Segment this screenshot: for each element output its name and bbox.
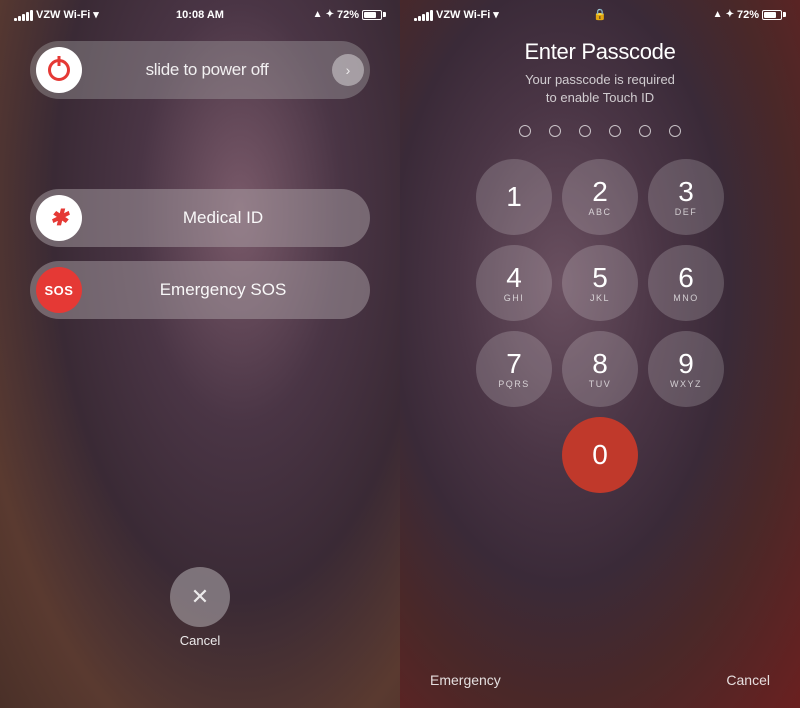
battery-icon-left xyxy=(362,10,386,20)
cancel-section: ✕ Cancel xyxy=(170,567,230,648)
key-7-main: 7 xyxy=(506,350,522,378)
key-9-sub: WXYZ xyxy=(670,379,702,389)
status-bar-right: VZW Wi-Fi ▾ 🔒 ▲ ✦ 72% xyxy=(400,0,800,25)
passcode-subtitle: Your passcode is required to enable Touc… xyxy=(525,71,675,107)
slide-power-off-button[interactable]: slide to power off › xyxy=(30,41,370,99)
battery-percent-left: 72% xyxy=(337,9,359,21)
medical-id-icon-circle: ✱ xyxy=(36,195,82,241)
action-buttons: ✱ Medical ID SOS Emergency SOS xyxy=(30,189,370,319)
battery-icon-right xyxy=(762,10,786,20)
cancel-label-left: Cancel xyxy=(180,633,220,648)
wifi-icon-right: ▾ xyxy=(493,8,499,21)
key-3-sub: DEF xyxy=(675,207,698,217)
right-panel: VZW Wi-Fi ▾ 🔒 ▲ ✦ 72% Enter Passcode You… xyxy=(400,0,800,708)
bluetooth-icon-right: ✦ xyxy=(726,9,734,20)
cancel-button-left[interactable]: ✕ xyxy=(170,567,230,627)
key-7[interactable]: 7 PQRS xyxy=(476,331,552,407)
key-5[interactable]: 5 JKL xyxy=(562,245,638,321)
sos-icon: SOS xyxy=(45,283,74,298)
dot-1 xyxy=(519,125,531,137)
key-8-sub: TUV xyxy=(589,379,612,389)
key-4-main: 4 xyxy=(506,264,522,292)
key-8[interactable]: 8 TUV xyxy=(562,331,638,407)
battery-percent-right: 72% xyxy=(737,9,759,21)
key-2-main: 2 xyxy=(592,178,608,206)
signal-icon xyxy=(14,9,33,21)
asterisk-icon: ✱ xyxy=(50,205,68,231)
emergency-button[interactable]: Emergency xyxy=(430,672,501,688)
key-6-main: 6 xyxy=(678,264,694,292)
key-2-sub: ABC xyxy=(588,207,611,217)
key-3-main: 3 xyxy=(678,178,694,206)
dot-2 xyxy=(549,125,561,137)
dot-5 xyxy=(639,125,651,137)
key-4-sub: GHI xyxy=(504,293,525,303)
subtitle-line2: to enable Touch ID xyxy=(546,90,654,105)
passcode-dots xyxy=(519,125,681,137)
power-icon-circle xyxy=(36,47,82,93)
key-5-main: 5 xyxy=(592,264,608,292)
carrier-left: VZW Wi-Fi ▾ xyxy=(14,8,99,21)
battery-group-left: ▲ ✦ 72% xyxy=(313,9,386,21)
lock-icon-right: 🔒 xyxy=(593,8,607,21)
emergency-sos-button[interactable]: SOS Emergency SOS xyxy=(30,261,370,319)
carrier-right: VZW Wi-Fi ▾ xyxy=(414,8,499,21)
wifi-icon-left: ▾ xyxy=(93,8,99,21)
key-8-main: 8 xyxy=(592,350,608,378)
time-left: 10:08 AM xyxy=(176,9,224,21)
key-0[interactable]: 0 xyxy=(562,417,638,493)
x-icon: ✕ xyxy=(191,584,209,610)
enter-passcode-title: Enter Passcode xyxy=(524,39,675,65)
medical-id-button[interactable]: ✱ Medical ID xyxy=(30,189,370,247)
location-icon-left: ▲ xyxy=(313,9,323,20)
power-label: slide to power off xyxy=(82,60,332,80)
key-1-main: 1 xyxy=(506,183,522,211)
dot-4 xyxy=(609,125,621,137)
dot-3 xyxy=(579,125,591,137)
key-1[interactable]: 1 xyxy=(476,159,552,235)
key-2[interactable]: 2 ABC xyxy=(562,159,638,235)
key-7-sub: PQRS xyxy=(498,379,530,389)
status-bar-left: VZW Wi-Fi ▾ 10:08 AM ▲ ✦ 72% xyxy=(0,0,400,25)
sos-icon-circle: SOS xyxy=(36,267,82,313)
key-6[interactable]: 6 MNO xyxy=(648,245,724,321)
key-3[interactable]: 3 DEF xyxy=(648,159,724,235)
key-5-sub: JKL xyxy=(590,293,610,303)
numpad: 1 2 ABC 3 DEF 4 GHI 5 JKL 6 MNO 7 PQRS xyxy=(476,159,724,493)
dot-6 xyxy=(669,125,681,137)
slide-arrow-icon: › xyxy=(332,54,364,86)
emergency-sos-label: Emergency SOS xyxy=(82,280,364,300)
key-4[interactable]: 4 GHI xyxy=(476,245,552,321)
key-placeholder-left xyxy=(476,417,552,493)
key-6-sub: MNO xyxy=(673,293,699,303)
location-icon-right: ▲ xyxy=(713,9,723,20)
bottom-bar: Emergency Cancel xyxy=(400,672,800,688)
bluetooth-icon-left: ✦ xyxy=(326,9,334,20)
key-placeholder-right xyxy=(648,417,724,493)
carrier-label-left: VZW Wi-Fi xyxy=(36,9,90,21)
key-0-main: 0 xyxy=(592,441,608,469)
left-panel: VZW Wi-Fi ▾ 10:08 AM ▲ ✦ 72% slide to po… xyxy=(0,0,400,708)
carrier-label-right: VZW Wi-Fi xyxy=(436,9,490,21)
signal-icon-right xyxy=(414,9,433,21)
subtitle-line1: Your passcode is required xyxy=(525,72,675,87)
medical-id-label: Medical ID xyxy=(82,208,364,228)
cancel-button-right[interactable]: Cancel xyxy=(726,672,770,688)
key-9[interactable]: 9 WXYZ xyxy=(648,331,724,407)
battery-group-right: ▲ ✦ 72% xyxy=(713,9,786,21)
key-9-main: 9 xyxy=(678,350,694,378)
power-icon xyxy=(48,59,70,81)
